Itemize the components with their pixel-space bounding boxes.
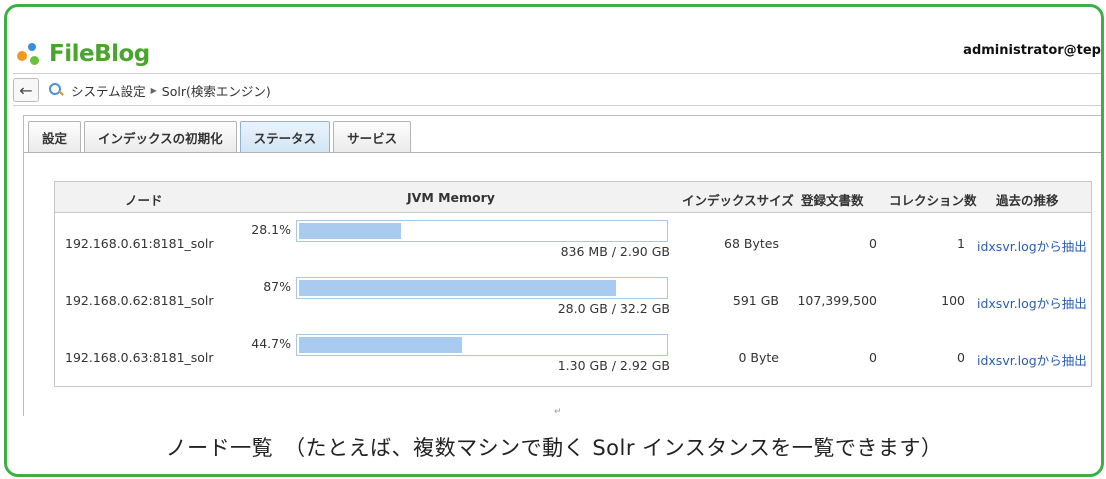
figure-caption: ノード一覧 （たとえば、複数マシンで動く Solr インスタンスを一覧できます） [165,436,943,460]
breadcrumb: ← システム設定 ▶ Solr(検索エンジン) [13,77,1101,103]
return-mark-icon: ↵ [554,407,562,417]
table-row: 192.168.0.63:8181_solr 44.7% 1.30 GB / 2… [55,327,1091,384]
collection-count: 0 [957,350,965,365]
col-index-size: インデックスサイズ [682,193,794,208]
tab-status[interactable]: ステータス [239,121,331,153]
tab-settings[interactable]: 設定 [28,121,82,153]
node-name: 192.168.0.61:8181_solr [65,236,214,251]
memory-progress-bar [296,277,668,299]
col-collections: コレクション数 [889,193,977,208]
memory-percent: 87% [263,279,291,294]
header-divider [13,73,1101,74]
col-history: 過去の推移 [996,193,1059,208]
history-link[interactable]: idxsvr.logから抽出 [977,350,1087,369]
document-count: 107,399,500 [797,293,877,308]
index-size: 591 GB [732,293,779,308]
back-button[interactable]: ← [13,78,39,102]
tab-service[interactable]: サービス [333,121,412,153]
breadcrumb-item-solr: Solr(検索エンジン) [161,83,271,99]
collection-count: 1 [957,236,965,251]
tab-index-init[interactable]: インデックスの初期化 [84,121,237,153]
screenshot-frame: FileBlog administrator@tep ← システム設定 ▶ So… [4,4,1104,477]
node-status-table: ノード JVM Memory インデックスサイズ 登録文書数 コレクション数 過… [54,181,1092,387]
app-logo[interactable]: FileBlog [17,37,150,71]
col-jvm-memory: JVM Memory [407,190,495,205]
logo-icon [17,41,43,67]
col-node: ノード [125,193,163,208]
document-count: 0 [869,236,877,251]
breadcrumb-item-system-settings[interactable]: システム設定 [71,81,146,100]
memory-bar-fill [299,337,462,353]
node-name: 192.168.0.62:8181_solr [65,293,214,308]
memory-bar-fill [299,280,616,296]
memory-progress-bar [296,220,668,242]
memory-progress-bar [296,334,668,356]
table-header: ノード JVM Memory インデックスサイズ 登録文書数 コレクション数 過… [55,182,1091,213]
search-icon [49,83,64,97]
memory-percent: 28.1% [251,222,291,237]
table-row: 192.168.0.61:8181_solr 28.1% 836 MB / 2.… [55,213,1091,270]
col-documents: 登録文書数 [801,193,864,208]
tab-bar: 設定 インデックスの初期化 ステータス サービス [28,121,412,153]
collection-count: 100 [941,293,965,308]
index-size: 68 Bytes [724,236,779,251]
history-link[interactable]: idxsvr.logから抽出 [977,236,1087,255]
memory-usage: 28.0 GB / 32.2 GB [557,301,670,316]
logo-text: FileBlog [49,41,150,67]
memory-usage: 836 MB / 2.90 GB [560,244,670,259]
memory-percent: 44.7% [251,336,291,351]
user-menu[interactable]: administrator@tep [963,43,1101,58]
node-name: 192.168.0.63:8181_solr [65,350,214,365]
breadcrumb-divider [13,105,1101,106]
tab-panel: 設定 インデックスの初期化 ステータス サービス ノード JVM Memory … [23,115,1101,416]
breadcrumb-separator-icon: ▶ [150,85,157,95]
tab-divider [24,152,1101,153]
history-link[interactable]: idxsvr.logから抽出 [977,293,1087,312]
document-count: 0 [869,350,877,365]
memory-usage: 1.30 GB / 2.92 GB [557,358,670,373]
index-size: 0 Byte [738,350,780,365]
memory-bar-fill [299,223,402,239]
table-row: 192.168.0.62:8181_solr 87% 28.0 GB / 32.… [55,270,1091,327]
